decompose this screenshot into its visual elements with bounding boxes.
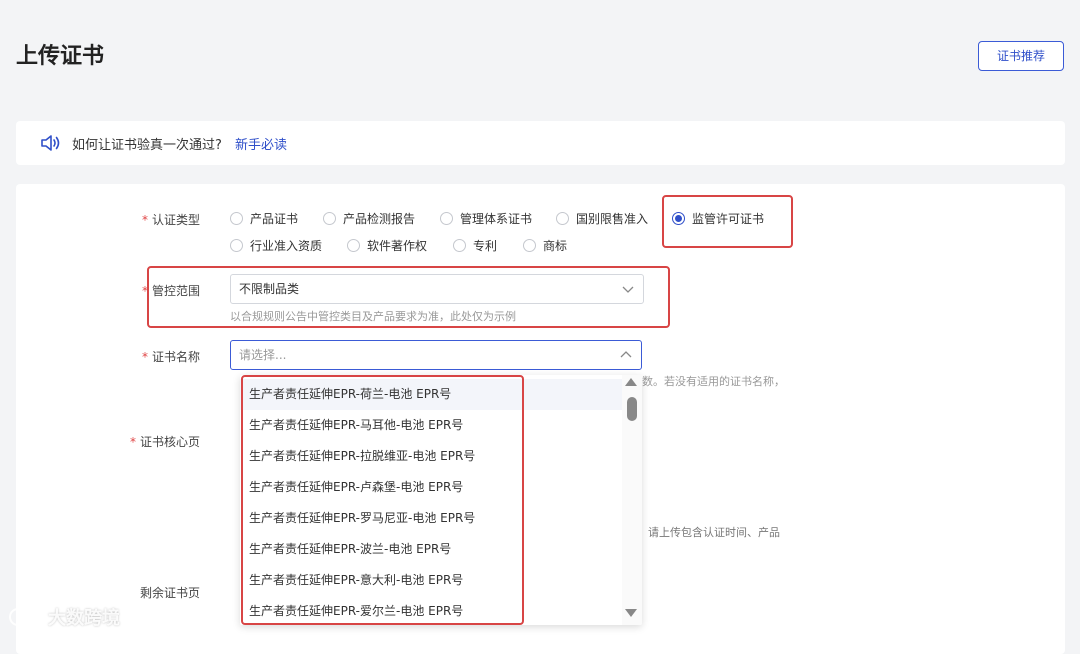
radio-product-cert[interactable]: 产品证书 — [230, 210, 298, 227]
dropdown-option[interactable]: 生产者责任延伸EPR-罗马尼亚-电池 EPR号 — [240, 503, 622, 534]
remaining-pages-label: 剩余证书页 — [140, 586, 201, 600]
radio-regulatory-license-cert[interactable]: 监管许可证书 — [672, 210, 764, 227]
radio-circle — [230, 239, 243, 252]
dropdown-option[interactable]: 生产者责任延伸EPR-卢森堡-电池 EPR号 — [240, 472, 622, 503]
radio-circle — [347, 239, 360, 252]
dropdown-option[interactable]: 生产者责任延伸EPR-荷兰-电池 EPR号 — [240, 379, 622, 410]
dropdown-option[interactable]: 生产者责任延伸EPR-波兰-电池 EPR号 — [240, 534, 622, 565]
radio-trademark[interactable]: 商标 — [523, 237, 567, 254]
page-title: 上传证书 — [16, 44, 105, 69]
dropdown-option[interactable]: 生产者责任延伸EPR-马耳他-电池 EPR号 — [240, 410, 622, 441]
scroll-up-icon[interactable] — [625, 378, 637, 386]
dropdown-scrollbar[interactable] — [622, 375, 642, 625]
control-scope-hint: 以合规规则公告中管控类目及产品要求为准，此处仅为示例 — [230, 310, 516, 323]
radio-circle — [440, 212, 453, 225]
radio-management-system-cert[interactable]: 管理体系证书 — [440, 210, 532, 227]
notice-text: 如何让证书验真一次通过? — [72, 138, 222, 153]
dropdown-option[interactable]: 生产者责任延伸EPR-爱尔兰-电池 EPR号 — [240, 596, 622, 625]
cert-recommend-button[interactable]: 证书推荐 — [978, 41, 1064, 71]
watermark-logo-icon — [9, 608, 41, 626]
watermark: 大数跨境 — [8, 604, 120, 630]
cert-name-label: * 证书名称 — [142, 350, 201, 364]
notice-bar: 如何让证书验真一次通过? 新手必读 — [16, 121, 1065, 165]
cert-type-label: * 认证类型 — [142, 213, 201, 227]
cert-name-select[interactable]: 请选择... — [230, 340, 642, 370]
radio-country-sales-access[interactable]: 国别限售准入 — [556, 210, 648, 227]
radio-circle — [453, 239, 466, 252]
radio-patent[interactable]: 专利 — [453, 237, 497, 254]
radio-software-copyright[interactable]: 软件著作权 — [347, 237, 427, 254]
control-scope-label: * 管控范围 — [142, 284, 201, 298]
radio-circle-checked — [672, 212, 685, 225]
radio-circle — [230, 212, 243, 225]
radio-product-test-report[interactable]: 产品检测报告 — [323, 210, 415, 227]
core-page-hint: 请上传包含认证时间、产品 — [648, 526, 780, 539]
radio-industry-access[interactable]: 行业准入资质 — [230, 237, 322, 254]
core-page-label: * 证书核心页 — [130, 435, 201, 449]
radio-circle — [523, 239, 536, 252]
cert-name-hint: 数。若没有适用的证书名称， — [642, 375, 785, 388]
scroll-down-icon[interactable] — [625, 609, 637, 617]
radio-circle — [556, 212, 569, 225]
dropdown-option[interactable]: 生产者责任延伸EPR-拉脱维亚-电池 EPR号 — [240, 441, 622, 472]
chevron-down-icon — [622, 286, 634, 293]
speaker-icon — [40, 134, 62, 152]
radio-circle — [323, 212, 336, 225]
control-scope-select[interactable]: 不限制品类 — [230, 274, 644, 304]
scroll-thumb[interactable] — [627, 397, 637, 421]
dropdown-option[interactable]: 生产者责任延伸EPR-意大利-电池 EPR号 — [240, 565, 622, 596]
cert-name-dropdown[interactable]: 生产者责任延伸EPR-荷兰-电池 EPR号 生产者责任延伸EPR-马耳他-电池 … — [240, 375, 642, 625]
chevron-up-icon — [620, 351, 632, 358]
beginner-guide-link[interactable]: 新手必读 — [235, 134, 287, 153]
